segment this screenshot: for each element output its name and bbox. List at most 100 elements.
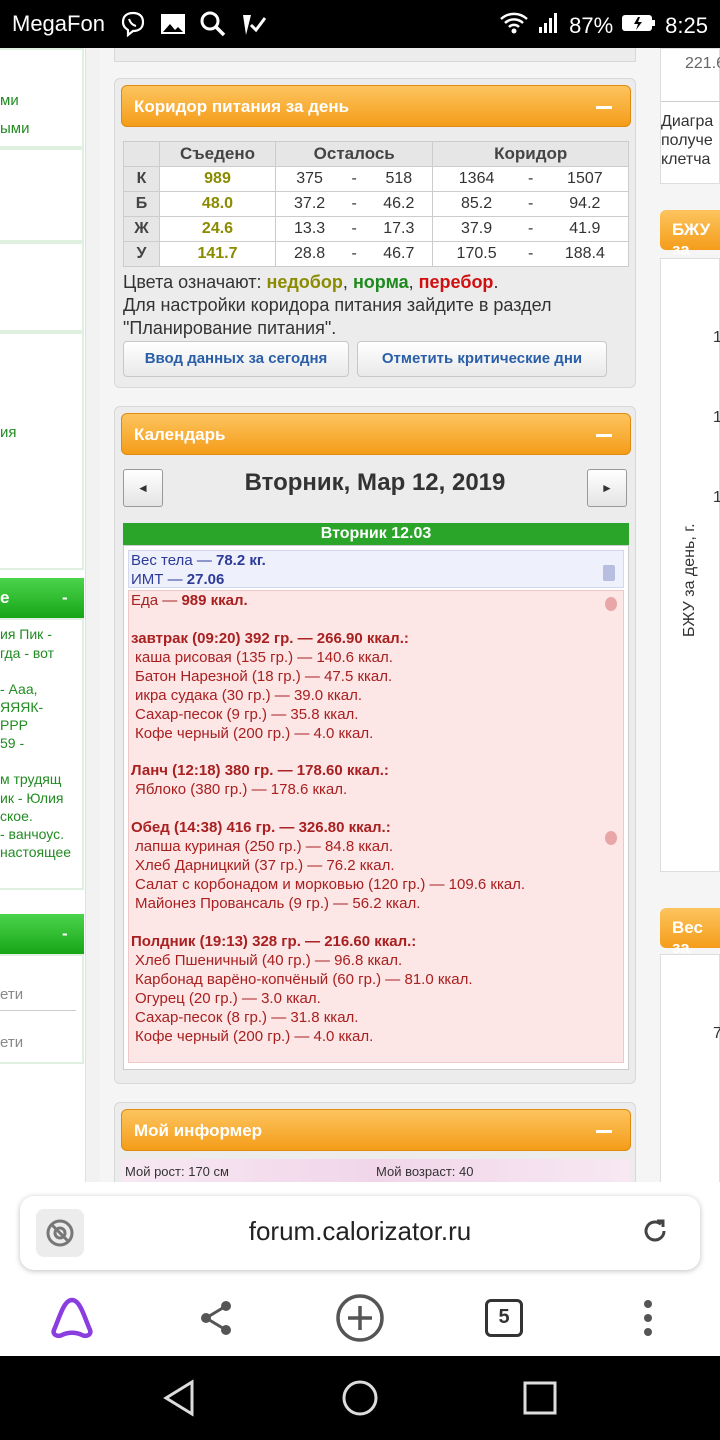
dash: - <box>343 191 366 217</box>
y-tick: 1 <box>713 329 720 346</box>
eaten-value: 48.0 <box>159 191 276 217</box>
informer-header[interactable]: Мой информер <box>121 1109 631 1151</box>
more-menu-icon[interactable] <box>622 1292 674 1344</box>
left-menu-box <box>0 148 84 242</box>
day-details: Вес тела — 78.2 кг. ИМТ — 27.06 Еда — 98… <box>123 545 629 1070</box>
meal-item: Огурец (20 гр.) — 3.0 ккал. <box>135 990 321 1007</box>
meal-header: Полдник (19:13) 328 гр. — 216.60 ккал.: <box>131 933 417 950</box>
url-text[interactable]: forum.calorizator.ru <box>20 1216 700 1247</box>
bmi-label: ИМТ — <box>131 571 187 588</box>
alice-icon[interactable] <box>46 1292 98 1344</box>
calendar-panel: Календарь ◄ Вторник, Мар 12, 2019 ► Втор… <box>114 406 636 1084</box>
signal-icon <box>537 11 561 41</box>
bmi-line: ИМТ — 27.06 <box>131 571 224 588</box>
remaining-max: 46.2 <box>365 191 434 217</box>
meal-header: Обед (14:38) 416 гр. — 326.80 ккал.: <box>131 819 391 836</box>
comment-line[interactable]: ЯЯЯК- <box>0 699 43 715</box>
remaining-min: 37.2 <box>275 191 344 217</box>
right-top-box: 221.6 Диагра получе клетча <box>660 48 720 184</box>
collapse-icon[interactable]: - <box>62 588 68 608</box>
weight-box: Вес тела — 78.2 кг. ИМТ — 27.06 <box>128 550 624 588</box>
dash: - <box>519 216 542 242</box>
meal-item: Хлеб Дарницкий (37 гр.) — 76.2 ккал. <box>135 857 395 874</box>
left-bottom-item[interactable]: ети <box>0 1034 23 1051</box>
my-age: Мой возраст: 40 <box>376 1164 474 1179</box>
left-comments-box: ия Пик - гда - вот - Ааа, ЯЯЯК- РРР 59 -… <box>0 618 84 890</box>
bzhu-header[interactable]: БЖУ за <box>660 210 720 259</box>
comment-line[interactable]: 59 - <box>0 735 24 751</box>
collapse-icon[interactable] <box>596 1130 612 1133</box>
comment-line[interactable]: м трудящ <box>0 771 61 787</box>
gallery-icon <box>158 10 188 38</box>
row-label: Б <box>123 191 160 217</box>
corridor-title: Коридор питания за день <box>134 97 350 116</box>
comment-line[interactable]: РРР <box>0 717 28 733</box>
left-menu-item[interactable]: ия <box>0 424 17 441</box>
back-icon[interactable] <box>158 1376 202 1420</box>
weight-header[interactable]: Вес за <box>660 908 720 957</box>
mark-critical-days-button[interactable]: Отметить критические дни <box>357 341 607 377</box>
day-bar[interactable]: Вторник 12.03 <box>123 523 629 545</box>
corridor-max: 188.4 <box>541 241 629 267</box>
battery-percent: 87% <box>569 13 614 38</box>
legend-prefix: Цвета означают: <box>123 272 267 292</box>
apple-icon[interactable] <box>605 831 617 845</box>
collapse-icon[interactable]: - <box>62 924 68 944</box>
corridor-max: 41.9 <box>541 216 629 242</box>
collapse-icon[interactable] <box>596 106 612 109</box>
table-header: Съедено <box>159 141 276 167</box>
system-nav-bar <box>0 1356 720 1440</box>
weight-value: 78.2 кг. <box>216 552 266 569</box>
recents-icon[interactable] <box>518 1376 562 1420</box>
new-tab-icon[interactable] <box>334 1292 386 1344</box>
comment-line[interactable]: гда - вот <box>0 645 54 661</box>
next-day-button[interactable]: ► <box>587 469 627 507</box>
my-height: Мой рост: 170 см <box>125 1164 229 1179</box>
browser-url-bar: forum.calorizator.ru <box>0 1182 720 1280</box>
scale-icon[interactable] <box>603 565 615 581</box>
left-menu-box <box>0 242 84 332</box>
right-top-text: клетча <box>661 151 711 168</box>
meal-header: завтрак (09:20) 392 гр. — 266.90 ккал.: <box>131 630 409 647</box>
dash: - <box>519 191 542 217</box>
calendar-header[interactable]: Календарь <box>121 413 631 455</box>
comment-line[interactable]: - Ааа, <box>0 681 38 697</box>
meal-header: Ланч (12:18) 380 гр. — 178.60 ккал.: <box>131 762 389 779</box>
legend-short: недобор <box>266 272 343 292</box>
row-label: Ж <box>123 216 160 242</box>
comment-line[interactable]: настоящее <box>0 844 71 860</box>
share-icon[interactable] <box>190 1292 242 1344</box>
dash: - <box>519 166 542 192</box>
collapse-icon[interactable] <box>596 434 612 437</box>
food-label: Еда — <box>131 592 182 609</box>
table-header: Осталось <box>274 141 434 167</box>
settings-note-link[interactable]: "Планирование питания". <box>123 318 336 339</box>
address-box[interactable]: forum.calorizator.ru <box>20 1196 700 1270</box>
comment-line[interactable]: - ванчоус. <box>0 826 64 842</box>
table-header-empty <box>123 141 160 167</box>
legend-end: . <box>493 272 499 292</box>
comment-line[interactable]: ия Пик - <box>0 626 52 642</box>
tabs-count: 5 <box>485 1299 523 1337</box>
apple-icon[interactable] <box>605 597 617 611</box>
tabs-counter-icon[interactable]: 5 <box>478 1292 530 1344</box>
remaining-min: 28.8 <box>275 241 344 267</box>
corridor-header[interactable]: Коридор питания за день <box>121 85 631 127</box>
legend-norm: норма <box>352 272 409 292</box>
prev-day-button[interactable]: ◄ <box>123 469 163 507</box>
left-bottom-item[interactable]: ети <box>0 986 23 1003</box>
comment-line[interactable]: ик - Юлия <box>0 790 63 806</box>
corridor-min: 37.9 <box>432 216 520 242</box>
bzhu-title: БЖУ за <box>672 220 711 259</box>
input-today-button[interactable]: Ввод данных за сегодня <box>123 341 349 377</box>
row-label: К <box>123 166 160 192</box>
comment-line[interactable]: ское. <box>0 808 33 824</box>
home-icon[interactable] <box>338 1376 382 1420</box>
meal-item: Батон Нарезной (18 гр.) — 47.5 ккал. <box>135 668 393 685</box>
reload-icon[interactable] <box>640 1216 670 1251</box>
left-menu-item[interactable]: ми <box>0 92 19 109</box>
meal-item: Кофе черный (200 гр.) — 4.0 ккал. <box>135 725 374 742</box>
left-menu-item[interactable]: ыми <box>0 120 29 137</box>
calendar-title: Календарь <box>134 425 226 444</box>
legend-sep: , <box>408 272 419 292</box>
